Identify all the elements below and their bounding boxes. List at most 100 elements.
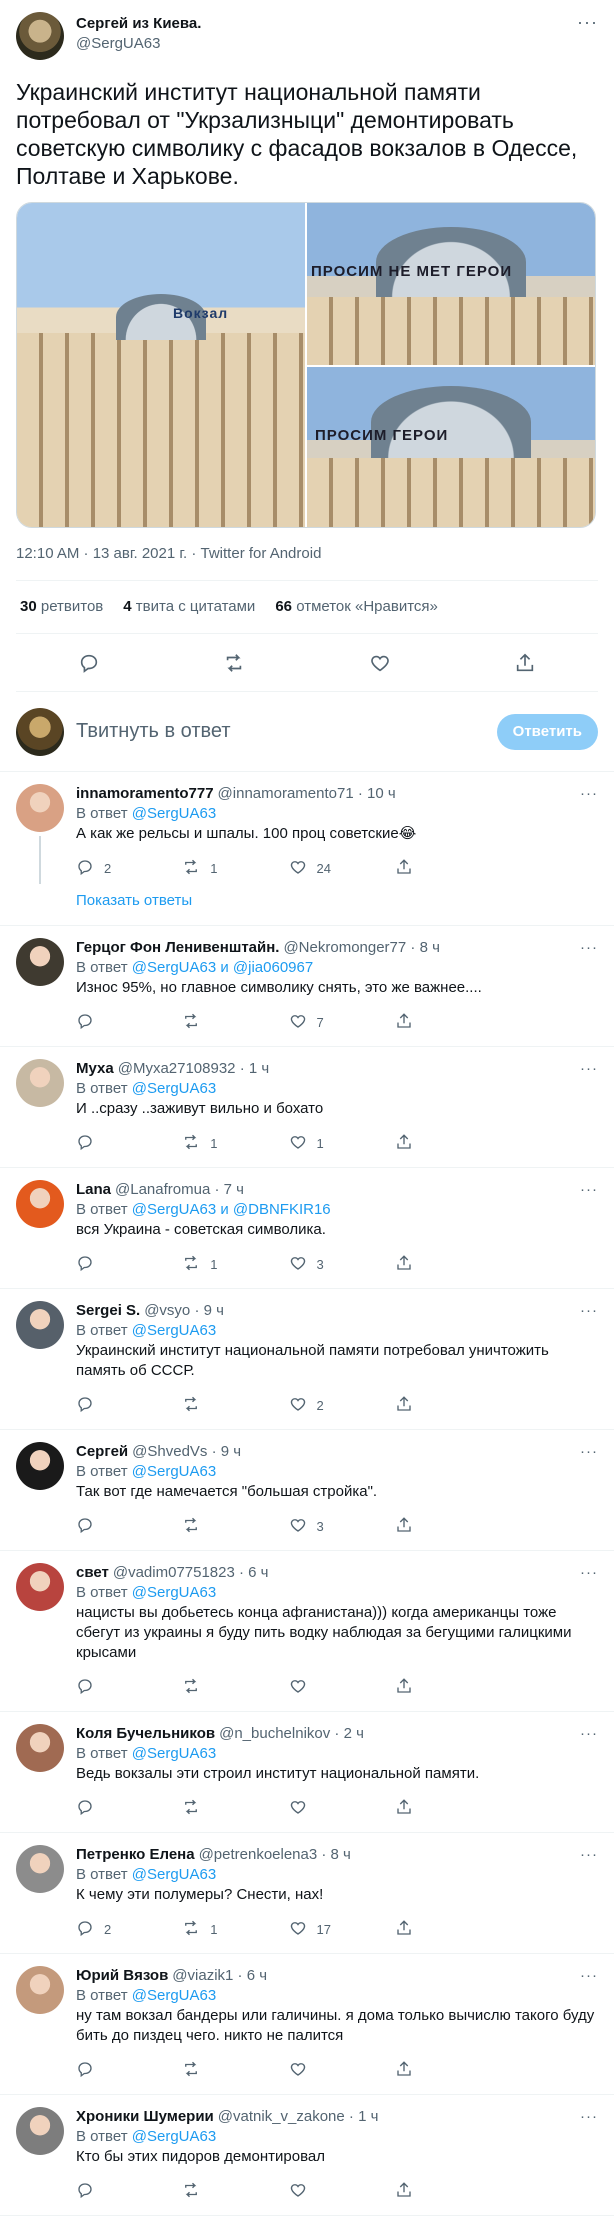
reply-handle-time[interactable]: @vadim07751823 · 6 ч bbox=[113, 1563, 269, 1583]
retweets-stat[interactable]: 30 ретвитов bbox=[20, 597, 103, 617]
like-action[interactable]: 17 bbox=[289, 1919, 395, 1940]
share-action[interactable] bbox=[395, 2181, 501, 2202]
replying-to-link[interactable]: @SergUA63 bbox=[132, 1463, 216, 1480]
reply-handle-time[interactable]: @viazik1 · 6 ч bbox=[172, 1966, 267, 1986]
replying-to-link[interactable]: @SergUA63 bbox=[132, 2128, 216, 2145]
tweet-timestamp[interactable]: 12:10 AM · 13 авг. 2021 г. · Twitter for… bbox=[16, 544, 598, 581]
reply-author-name[interactable]: Сергей bbox=[76, 1442, 128, 1462]
reply-author-name[interactable]: Коля Бучельников bbox=[76, 1724, 215, 1744]
reply-tweet[interactable]: innamoramento777 @innamoramento71 · 10 ч… bbox=[0, 772, 614, 892]
more-icon[interactable]: ··· bbox=[580, 1059, 598, 1079]
reply-avatar[interactable] bbox=[16, 938, 64, 986]
reply-author-name[interactable]: свет bbox=[76, 1563, 109, 1583]
share-action[interactable] bbox=[395, 1798, 501, 1819]
more-icon[interactable]: ··· bbox=[580, 2107, 598, 2127]
reply-handle-time[interactable]: @vatnik_v_zakone · 1 ч bbox=[218, 2107, 379, 2127]
reply-handle-time[interactable]: @Lanafromua · 7 ч bbox=[115, 1180, 244, 1200]
more-icon[interactable]: ··· bbox=[580, 1966, 598, 1986]
like-action[interactable]: 24 bbox=[289, 858, 395, 879]
share-icon[interactable] bbox=[508, 646, 542, 680]
reply-action[interactable] bbox=[76, 1254, 182, 1275]
like-action[interactable]: 7 bbox=[289, 1012, 395, 1033]
reply-avatar[interactable] bbox=[16, 1563, 64, 1611]
share-action[interactable] bbox=[395, 1516, 501, 1537]
reply-avatar[interactable] bbox=[16, 1180, 64, 1228]
retweet-action[interactable] bbox=[182, 1395, 288, 1416]
reply-author-name[interactable]: Муха bbox=[76, 1059, 114, 1079]
reply-author-name[interactable]: Sergei S. bbox=[76, 1301, 140, 1321]
reply-avatar[interactable] bbox=[16, 784, 64, 832]
reply-action[interactable] bbox=[76, 2181, 182, 2202]
reply-tweet[interactable]: Хроники Шумерии @vatnik_v_zakone · 1 ч ·… bbox=[0, 2095, 614, 2216]
like-action[interactable]: 3 bbox=[289, 1254, 395, 1275]
media-image-2[interactable]: ПРОСИМ НЕ МЕТ ГЕРОИ bbox=[307, 203, 595, 365]
share-action[interactable] bbox=[395, 858, 501, 879]
replying-to-link[interactable]: @SergUA63 bbox=[132, 805, 216, 822]
like-action[interactable] bbox=[289, 1677, 395, 1698]
media-image-3[interactable]: ПРОСИМ ГЕРОИ bbox=[307, 367, 595, 527]
retweet-action[interactable]: 1 bbox=[182, 1919, 288, 1940]
quotes-stat[interactable]: 4 твита с цитатами bbox=[123, 597, 255, 617]
retweet-action[interactable]: 1 bbox=[182, 1133, 288, 1154]
retweet-action[interactable] bbox=[182, 2181, 288, 2202]
share-action[interactable] bbox=[395, 2060, 501, 2081]
like-action[interactable] bbox=[289, 2060, 395, 2081]
reply-avatar[interactable] bbox=[16, 1442, 64, 1490]
reply-author-name[interactable]: Lana bbox=[76, 1180, 111, 1200]
reply-author-name[interactable]: Герцог Фон Ленивенштайн. bbox=[76, 938, 279, 958]
like-action[interactable] bbox=[289, 1798, 395, 1819]
more-icon[interactable]: ··· bbox=[580, 1301, 598, 1321]
reply-avatar[interactable] bbox=[16, 1845, 64, 1893]
author-name[interactable]: Сергей из Киева. bbox=[76, 14, 201, 34]
reply-tweet[interactable]: Юрий Вязов @viazik1 · 6 ч ··· В ответ @S… bbox=[0, 1954, 614, 2095]
reply-action[interactable] bbox=[76, 1395, 182, 1416]
reply-action[interactable] bbox=[76, 1133, 182, 1154]
show-replies-link[interactable]: Показать ответы bbox=[0, 892, 614, 926]
replying-to-link[interactable]: @SergUA63 bbox=[132, 1987, 216, 2004]
reply-action[interactable] bbox=[76, 2060, 182, 2081]
reply-action[interactable] bbox=[76, 1012, 182, 1033]
like-action[interactable]: 3 bbox=[289, 1516, 395, 1537]
reply-avatar[interactable] bbox=[16, 2107, 64, 2155]
like-action[interactable] bbox=[289, 2181, 395, 2202]
reply-avatar[interactable] bbox=[16, 1301, 64, 1349]
share-action[interactable] bbox=[395, 1133, 501, 1154]
retweet-action[interactable] bbox=[182, 1677, 288, 1698]
more-icon[interactable]: ··· bbox=[580, 784, 598, 804]
retweet-action[interactable] bbox=[182, 1516, 288, 1537]
share-action[interactable] bbox=[395, 1919, 501, 1940]
reply-tweet[interactable]: Lana @Lanafromua · 7 ч ··· В ответ @Serg… bbox=[0, 1168, 614, 1289]
replying-to-link[interactable]: @SergUA63 и @jia060967 bbox=[132, 959, 313, 976]
like-action[interactable]: 2 bbox=[289, 1395, 395, 1416]
reply-tweet[interactable]: Муха @Myxa27108932 · 1 ч ··· В ответ @Se… bbox=[0, 1047, 614, 1168]
author-handle[interactable]: @SergUA63 bbox=[76, 34, 201, 54]
reply-author-name[interactable]: innamoramento777 bbox=[76, 784, 214, 804]
reply-tweet[interactable]: Герцог Фон Ленивенштайн. @Nekromonger77 … bbox=[0, 926, 614, 1047]
reply-handle-time[interactable]: @innamoramento71 · 10 ч bbox=[218, 784, 396, 804]
media-image-1[interactable]: Вокзал bbox=[17, 203, 305, 527]
replying-to-link[interactable]: @SergUA63 bbox=[132, 1745, 216, 1762]
retweet-action[interactable]: 1 bbox=[182, 1254, 288, 1275]
more-icon[interactable]: ··· bbox=[580, 1845, 598, 1865]
reply-tweet[interactable]: Петренко Елена @petrenkoelena3 · 8 ч ···… bbox=[0, 1833, 614, 1954]
replying-to-link[interactable]: @SergUA63 и @DBNFKIR16 bbox=[132, 1201, 331, 1218]
replying-to-link[interactable]: @SergUA63 bbox=[132, 1080, 216, 1097]
retweet-icon[interactable] bbox=[217, 646, 251, 680]
reply-tweet[interactable]: Sergei S. @vsyo · 9 ч ··· В ответ @SergU… bbox=[0, 1289, 614, 1430]
reply-author-name[interactable]: Петренко Елена bbox=[76, 1845, 195, 1865]
reply-handle-time[interactable]: @ShvedVs · 9 ч bbox=[132, 1442, 241, 1462]
reply-author-name[interactable]: Юрий Вязов bbox=[76, 1966, 168, 1986]
share-action[interactable] bbox=[395, 1395, 501, 1416]
reply-handle-time[interactable]: @Myxa27108932 · 1 ч bbox=[118, 1059, 269, 1079]
reply-icon[interactable] bbox=[72, 646, 106, 680]
like-action[interactable]: 1 bbox=[289, 1133, 395, 1154]
more-icon[interactable]: ··· bbox=[580, 1442, 598, 1462]
compose-input[interactable]: Твитнуть в ответ bbox=[76, 720, 497, 743]
reply-avatar[interactable] bbox=[16, 1724, 64, 1772]
replying-to-link[interactable]: @SergUA63 bbox=[132, 1322, 216, 1339]
reply-action[interactable] bbox=[76, 1798, 182, 1819]
more-icon[interactable]: ··· bbox=[580, 1180, 598, 1200]
reply-action[interactable] bbox=[76, 1516, 182, 1537]
retweet-action[interactable]: 1 bbox=[182, 858, 288, 879]
retweet-action[interactable] bbox=[182, 2060, 288, 2081]
